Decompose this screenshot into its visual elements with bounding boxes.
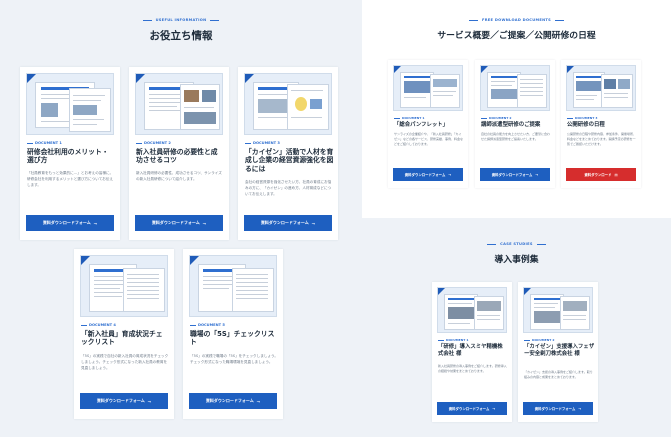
document-number: DOCUMENT 1 (438, 338, 468, 342)
useful-card-1: DOCUMENT 1 研修会社利用のメリット・選び方 「社員教育をもっと効果的に… (20, 67, 120, 240)
useful-card-5: DOCUMENT 5 職場の「5S」チェックリスト 「5S」の実践で職場の「5S… (183, 249, 283, 419)
document-thumbnail (523, 287, 593, 333)
download-form-button[interactable]: 資料ダウンロードフォーム → (80, 393, 168, 409)
free-download-section: FREE DOWNLOAD DOCUMENTS サービス概要／ご提案／公開研修の… (362, 0, 671, 218)
card-title: 職場の「5S」チェックリスト (190, 330, 275, 347)
button-label: 資料ダウンロードフォーム (404, 173, 446, 177)
document-thumbnail (437, 287, 507, 333)
document-number: DOCUMENT 4 (81, 323, 116, 327)
button-label: 資料ダウンロードフォーム (42, 220, 91, 225)
button-label: 資料ダウンロードフォーム (96, 398, 145, 403)
card-title: 「カイゼン」支援導入フェザー安全剃刀株式会社 様 (524, 344, 595, 357)
arrow-right-icon: → (256, 398, 261, 404)
case-studies-section: CASE STUDIES 導入事例集 DOCUMENT 1 「研修」導入スミヤ精… (362, 218, 671, 437)
download-form-button[interactable]: 資料ダウンロードフォーム → (189, 393, 277, 409)
card-description: 会社の経営資源を強化させたい方、社員の育成にお悩みの方に、「カイゼン」の進め方、… (245, 180, 332, 197)
button-label: 資料ダウンロード (584, 173, 612, 177)
arrow-right-icon: → (448, 172, 452, 177)
button-label: 資料ダウンロードフォーム (534, 407, 576, 411)
card-description: 「5S」の実践で職場の「5S」をチェックしましょう。チェック形式になった職場環境… (190, 354, 278, 365)
card-title: 講師派遣型研修のご提案 (481, 122, 541, 128)
download-form-button[interactable]: 資料ダウンロードフォーム → (244, 215, 332, 231)
case-card-1: DOCUMENT 1 「研修」導入スミヤ精機株式会社 様 新入社員研修の導入事例… (432, 282, 512, 422)
card-title: 公開研修の日程 (567, 122, 605, 128)
card-description: サンライズの企業紹介や、「新入社員研修」「カイゼン」などの各サービス、研修実績、… (394, 132, 464, 147)
card-title: 新入社員研修の必要性と成功させるコツ (136, 148, 218, 165)
document-thumbnail (244, 73, 332, 135)
useful-card-3: DOCUMENT 3 「カイゼン」活動で人材を育成し企業の経営資源強化を図るには… (238, 67, 338, 240)
pdf-icon: ▤ (614, 172, 618, 177)
card-title: 「研修」導入スミヤ精機株式会社 様 (438, 344, 503, 357)
download-button[interactable]: 資料ダウンロード ▤ (566, 168, 636, 181)
arrow-right-icon: → (311, 220, 316, 226)
card-description: 公開研修の日程や研修内容、参加条件、開催場所、料金などをまとめております。開講予… (567, 132, 637, 147)
document-thumbnail (80, 255, 168, 317)
arrow-right-icon: → (578, 406, 582, 411)
card-description: 新入社員研修の導入事例をご紹介します。研修導入の経緯や効果をまとめております。 (438, 364, 507, 374)
document-thumbnail (26, 73, 114, 135)
download-form-button[interactable]: 資料ダウンロードフォーム → (437, 402, 507, 415)
card-description: 「社員教育をもっと効果的に…」とお考えの皆様に。研修会社を利用するメリットと選び… (27, 171, 114, 188)
document-number: DOCUMENT 5 (190, 323, 225, 327)
document-thumbnail (480, 65, 550, 111)
document-number: DOCUMENT 2 (524, 338, 554, 342)
document-number: DOCUMENT 3 (245, 141, 280, 145)
document-thumbnail (566, 65, 636, 111)
free-card-1: DOCUMENT 1 「総合パンフレット」 サンライズの企業紹介や、「新入社員研… (388, 60, 468, 188)
card-title: 「新入社員」育成状況チェックリスト (81, 330, 163, 347)
free-title: サービス概要／ご提案／公開研修の日程 (437, 31, 596, 41)
arrow-right-icon: → (93, 220, 98, 226)
document-number: DOCUMENT 2 (136, 141, 171, 145)
button-label: 資料ダウンロードフォーム (151, 220, 200, 225)
document-number: DOCUMENT 1 (27, 141, 62, 145)
useful-card-4: DOCUMENT 4 「新入社員」育成状況チェックリスト 「5S」の実践で自社の… (74, 249, 174, 419)
arrow-right-icon: → (202, 220, 207, 226)
button-label: 資料ダウンロードフォーム (491, 173, 533, 177)
download-form-button[interactable]: 資料ダウンロードフォーム → (26, 215, 114, 231)
button-label: 資料ダウンロードフォーム (205, 398, 254, 403)
useful-eyebrow: USEFUL INFORMATION (0, 18, 362, 22)
free-card-3: DOCUMENT 3 公開研修の日程 公開研修の日程や研修内容、参加条件、開催場… (561, 60, 641, 188)
card-description: 「5S」の実践で自社の新入社員の育成状況をチェックしましょう。チェック形式になっ… (81, 354, 169, 371)
useful-title: お役立ち情報 (149, 30, 213, 42)
cases-eyebrow: CASE STUDIES (362, 242, 671, 246)
button-label: 資料ダウンロードフォーム (448, 407, 490, 411)
document-thumbnail (135, 73, 223, 135)
card-title: 研修会社利用のメリット・選び方 (27, 148, 109, 165)
useful-information-section: USEFUL INFORMATION お役立ち情報 DOCUMENT 1 研修会… (0, 0, 362, 437)
card-description: 「カイゼン」支援の導入事例をご紹介します。取り組みの内容と成果をまとめております… (524, 370, 593, 380)
document-thumbnail (393, 65, 463, 111)
download-form-button[interactable]: 資料ダウンロードフォーム → (480, 168, 550, 181)
arrow-right-icon: → (147, 398, 152, 404)
button-label: 資料ダウンロードフォーム (260, 220, 309, 225)
document-number: DOCUMENT 3 (567, 116, 597, 120)
card-title: 「カイゼン」活動で人材を育成し企業の経営資源強化を図るには (245, 148, 334, 173)
free-card-2: DOCUMENT 2 講師派遣型研修のご提案 自社の社員の能力を向上させたい方、… (475, 60, 555, 188)
download-form-button[interactable]: 資料ダウンロードフォーム → (393, 168, 463, 181)
card-description: 自社の社員の能力を向上させたい方、ご要望に合わせた講師派遣型研修をご提案いたしま… (481, 132, 551, 142)
case-card-2: DOCUMENT 2 「カイゼン」支援導入フェザー安全剃刀株式会社 様 「カイゼ… (518, 282, 598, 422)
arrow-right-icon: → (535, 172, 539, 177)
cases-title: 導入事例集 (494, 255, 539, 265)
document-thumbnail (189, 255, 277, 317)
arrow-right-icon: → (492, 406, 496, 411)
card-title: 「総合パンフレット」 (394, 122, 449, 128)
card-description: 新入社員研修の必要性、成功させるコツ、サンライズの新入社員研修について紹介します… (136, 171, 222, 182)
document-number: DOCUMENT 2 (481, 116, 511, 120)
download-form-button[interactable]: 資料ダウンロードフォーム → (523, 402, 593, 415)
useful-card-2: DOCUMENT 2 新入社員研修の必要性と成功させるコツ 新入社員研修の必要性… (129, 67, 229, 240)
document-number: DOCUMENT 1 (394, 116, 424, 120)
download-form-button[interactable]: 資料ダウンロードフォーム → (135, 215, 223, 231)
free-eyebrow: FREE DOWNLOAD DOCUMENTS (362, 18, 671, 22)
